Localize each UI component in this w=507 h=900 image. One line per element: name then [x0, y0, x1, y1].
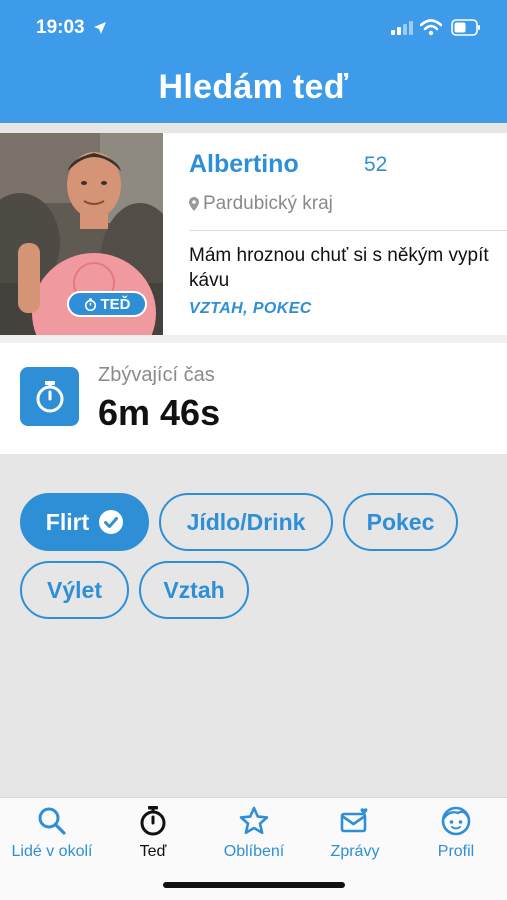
profile-age: 52: [364, 153, 388, 176]
location-arrow-icon: [94, 22, 106, 34]
tab-label: Teď: [139, 843, 167, 860]
battery-icon: [451, 19, 480, 36]
stopwatch-icon: [84, 298, 96, 311]
tab-label: Lidé v okolí: [11, 843, 93, 860]
star-icon: [239, 806, 269, 835]
cellular-signal-icon: [391, 21, 413, 35]
chip-label: Jídlo/Drink: [186, 508, 306, 535]
card-gap: [0, 123, 507, 133]
chip-pokec[interactable]: Pokec: [343, 493, 458, 551]
tab-profil[interactable]: Profil: [401, 805, 507, 861]
now-badge: TEĎ: [67, 291, 147, 317]
chip-label: Pokec: [366, 508, 435, 535]
tab-label: Zprávy: [330, 843, 380, 860]
tab-label: Profil: [437, 843, 475, 860]
chip-label: Vztah: [163, 576, 225, 603]
tab-oblibeni[interactable]: Oblíbení: [199, 805, 309, 861]
face-icon: [441, 806, 471, 836]
mail-heart-icon: [340, 808, 368, 833]
card-divider: [189, 230, 507, 231]
profile-bio: Mám hroznou chuť si s někým vypít kávu: [189, 245, 489, 291]
wifi-icon: [420, 19, 442, 36]
status-bar: 19:03: [0, 0, 507, 58]
stopwatch-icon: [36, 380, 63, 412]
region-label: Pardubický kraj: [203, 193, 333, 214]
chip-label: Výlet: [47, 576, 102, 603]
tab-zpravy[interactable]: Zprávy: [300, 805, 410, 861]
chip-vztah[interactable]: Vztah: [139, 561, 249, 619]
chip-jidlo-drink[interactable]: Jídlo/Drink: [159, 493, 333, 551]
profile-name: Albertino: [189, 150, 299, 178]
app-header: 19:03 Hledám teď: [0, 0, 507, 123]
timer-value: 6m 46s: [98, 392, 221, 433]
tab-label: Oblíbení: [223, 843, 285, 860]
check-circle-icon: [99, 510, 124, 534]
timer-icon-box: [20, 367, 79, 426]
timer-label: Zbývající čas: [98, 364, 215, 386]
tab-ted[interactable]: Teď: [98, 805, 208, 861]
chip-flirt[interactable]: Flirt: [20, 493, 149, 551]
profile-region: Pardubický kraj: [189, 193, 333, 215]
home-indicator: [163, 882, 345, 888]
status-time: 19:03: [36, 17, 85, 38]
profile-interests: VZTAH, POKEC: [189, 300, 312, 317]
tab-lide-v-okoli[interactable]: Lidé v okolí: [0, 805, 107, 861]
stopwatch-icon: [140, 806, 166, 836]
chip-vylet[interactable]: Výlet: [20, 561, 129, 619]
page-title: Hledám teď: [158, 68, 349, 106]
chip-label: Flirt: [45, 508, 90, 535]
location-pin-icon: [189, 197, 199, 211]
now-badge-label: TEĎ: [100, 295, 131, 313]
search-icon: [38, 807, 66, 835]
